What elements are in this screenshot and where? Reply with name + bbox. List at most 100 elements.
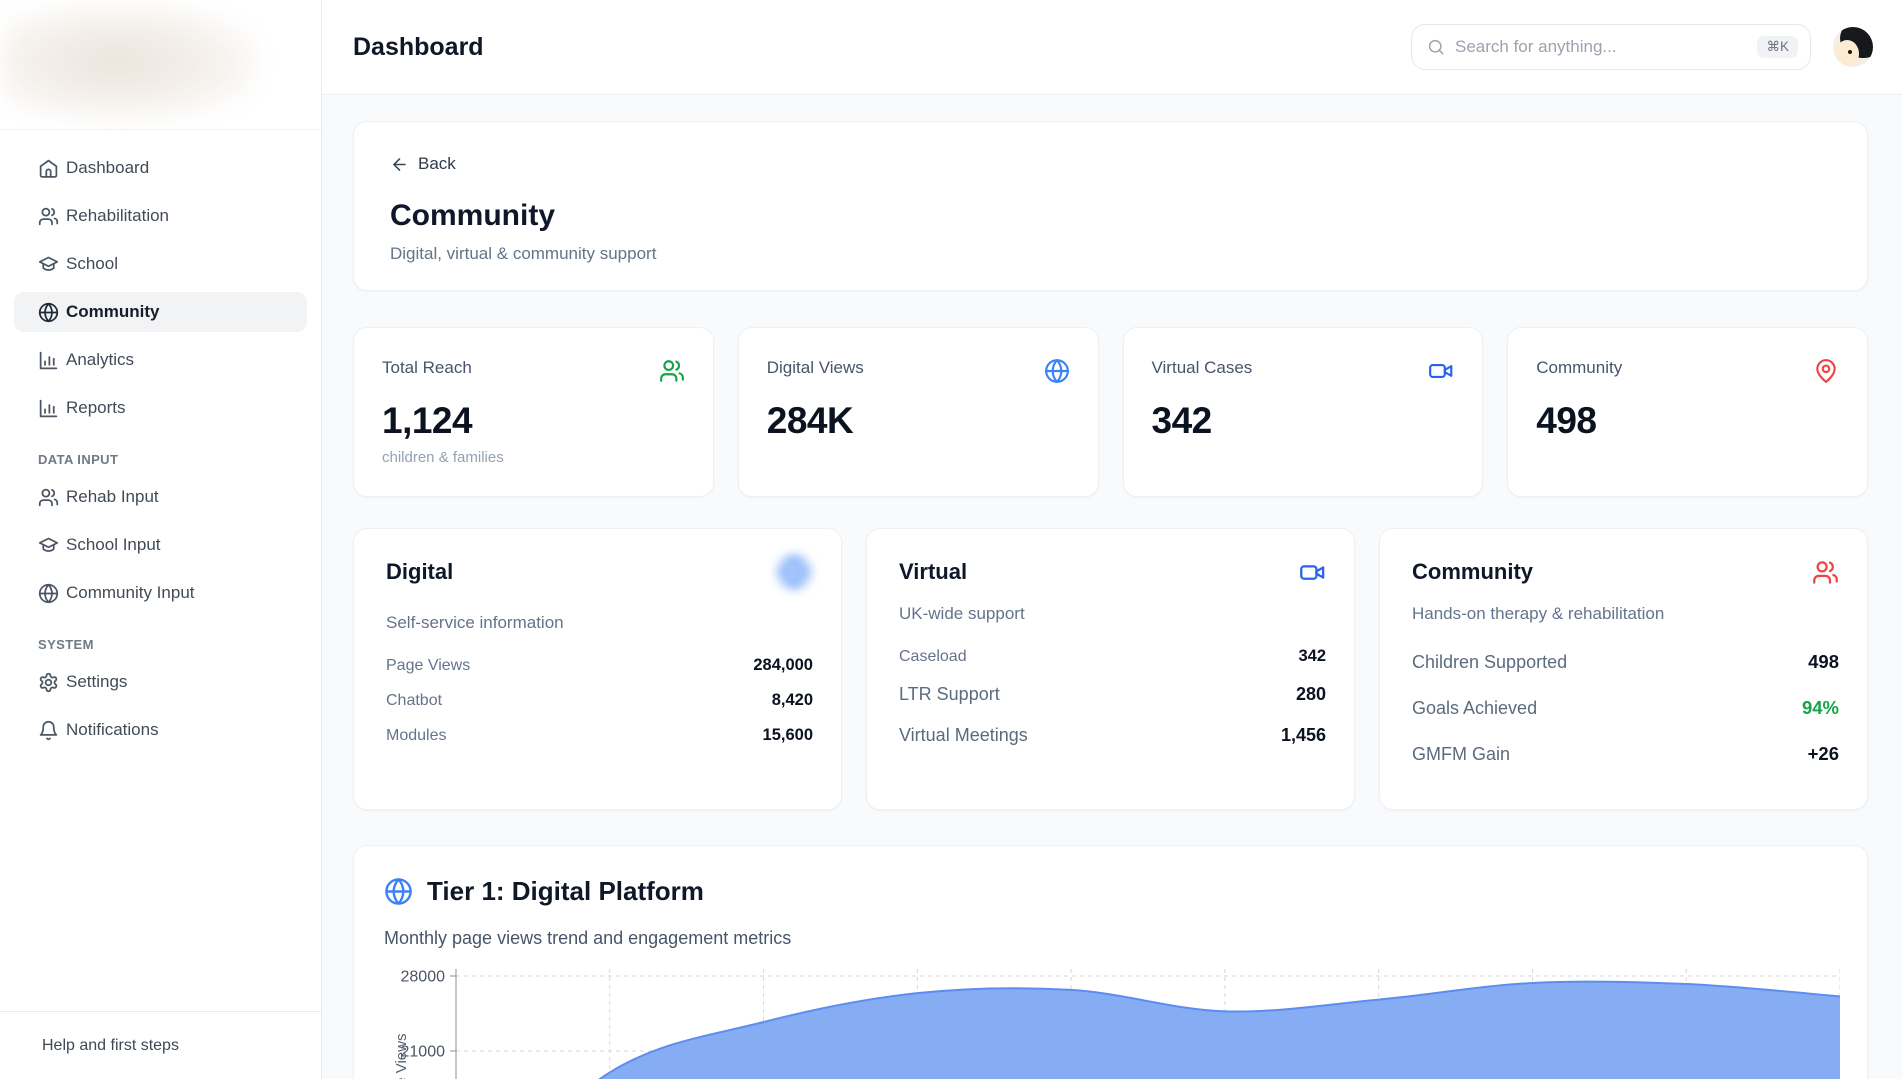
sidebar-footer: Help and first steps [0,1011,321,1079]
keyboard-shortcut-badge: ⌘K [1757,36,1798,58]
video-camera-icon [1428,358,1454,384]
page-views-area-chart: 2800021000Page Views [384,961,1840,1079]
sidebar-item-label: School [66,254,118,274]
tier-subtitle: Hands-on therapy & rehabilitation [1412,604,1839,624]
metric-row-goals-achieved: Goals Achieved 94% [1412,685,1839,731]
section-subtitle: Digital, virtual & community support [390,244,1831,264]
graduation-cap-icon [38,254,59,275]
metric-label: GMFM Gain [1412,744,1510,765]
users-icon [659,358,685,384]
sidebar-item-label: School Input [66,535,161,555]
search-input[interactable] [1455,37,1757,57]
chart-subtitle: Monthly page views trend and engagement … [384,928,1837,949]
stat-card-virtual-cases: Virtual Cases 342 [1123,327,1484,497]
tier-card-virtual: Virtual UK-wide support Caseload 342 LTR… [866,528,1355,810]
main-content: Back Community Digital, virtual & commun… [322,95,1902,1079]
top-bar: Dashboard ⌘K [322,0,1902,95]
tier-card-community: Community Hands-on therapy & rehabilitat… [1379,528,1868,810]
sidebar-item-label: Analytics [66,350,134,370]
bell-icon [38,720,59,741]
avatar-eye [1848,50,1852,54]
page-title: Dashboard [353,33,484,62]
globe-icon [38,583,59,604]
tier-card-digital: Digital Self-service information Page Vi… [353,528,842,810]
sidebar-item-community[interactable]: Community [14,292,307,332]
metric-value: 15,600 [763,726,813,745]
sidebar-item-school[interactable]: School [14,244,307,284]
stat-value: 342 [1152,400,1455,442]
metric-label: Chatbot [386,692,442,710]
metric-label: Goals Achieved [1412,698,1537,719]
metric-row-ltr-support: LTR Support 280 [899,674,1326,715]
community-page-header-card: Back Community Digital, virtual & commun… [353,121,1868,291]
sidebar-item-reports[interactable]: Reports [14,388,307,428]
gear-icon [38,672,59,693]
globe-icon [1044,358,1070,384]
sidebar-nav: Dashboard Rehabilitation School Communit… [14,148,307,758]
stat-sublabel: children & families [382,449,685,466]
stat-value: 1,124 [382,400,685,442]
logo-image-blurred [4,6,256,118]
user-avatar[interactable] [1833,27,1873,67]
metric-value: 342 [1298,647,1326,666]
sidebar-item-settings[interactable]: Settings [14,662,307,702]
video-camera-icon [1299,559,1326,586]
sidebar-item-analytics[interactable]: Analytics [14,340,307,380]
search-icon [1427,38,1445,56]
metric-value: +26 [1808,743,1839,765]
sidebar-item-rehabilitation[interactable]: Rehabilitation [14,196,307,236]
bar-chart-icon [38,398,59,419]
stat-card-total-reach: Total Reach 1,124 children & families [353,327,714,497]
metric-row-page-views: Page Views 284,000 [386,648,813,683]
stat-label: Community [1536,358,1622,378]
tier-title: Community [1412,559,1533,585]
metric-value: 498 [1808,651,1839,673]
sidebar-item-label: Community Input [66,583,195,603]
metric-value: 1,456 [1281,725,1326,746]
stat-value: 284K [767,400,1070,442]
sidebar-section-data-input: DATA INPUT [38,452,307,467]
metric-row-modules: Modules 15,600 [386,718,813,753]
sidebar-item-rehab-input[interactable]: Rehab Input [14,477,307,517]
metric-value: 8,420 [772,691,813,710]
global-search[interactable]: ⌘K [1411,24,1811,70]
metric-row-caseload: Caseload 342 [899,639,1326,674]
tier1-digital-platform-card: Tier 1: Digital Platform Monthly page vi… [353,845,1868,1079]
stat-card-community: Community 498 [1507,327,1868,497]
chart-title: Tier 1: Digital Platform [427,876,704,907]
metric-row-gmfm-gain: GMFM Gain +26 [1412,731,1839,777]
metric-value: 280 [1296,684,1326,705]
help-link[interactable]: Help and first steps [42,1037,179,1055]
svg-text:Page Views: Page Views [393,1034,410,1079]
globe-icon [38,302,59,323]
sidebar-item-dashboard[interactable]: Dashboard [14,148,307,188]
home-icon [38,158,59,179]
metric-label: Virtual Meetings [899,725,1028,746]
stat-card-digital-views: Digital Views 284K [738,327,1099,497]
back-label: Back [418,154,456,174]
stat-label: Digital Views [767,358,864,378]
metric-row-chatbot: Chatbot 8,420 [386,683,813,718]
map-pin-icon [1813,358,1839,384]
sidebar-item-community-input[interactable]: Community Input [14,573,307,613]
sidebar-item-school-input[interactable]: School Input [14,525,307,565]
metric-value: 94% [1802,697,1839,719]
metric-row-children-supported: Children Supported 498 [1412,639,1839,685]
top-bar-right: ⌘K [1411,24,1873,70]
users-icon [38,487,59,508]
back-button[interactable]: Back [390,154,456,174]
globe-icon [384,877,413,906]
users-icon [1812,559,1839,586]
app-logo [0,0,321,130]
graduation-cap-icon [38,535,59,556]
metric-label: Caseload [899,648,967,666]
sidebar-item-notifications[interactable]: Notifications [14,710,307,750]
section-title: Community [390,199,1831,233]
tier-cards-row: Digital Self-service information Page Vi… [353,528,1868,810]
bar-chart-icon [38,350,59,371]
metric-label: Modules [386,727,446,745]
svg-text:28000: 28000 [401,969,446,986]
tier-title: Virtual [899,559,967,585]
sidebar-item-label: Dashboard [66,158,149,178]
tier-subtitle: Self-service information [386,613,813,633]
